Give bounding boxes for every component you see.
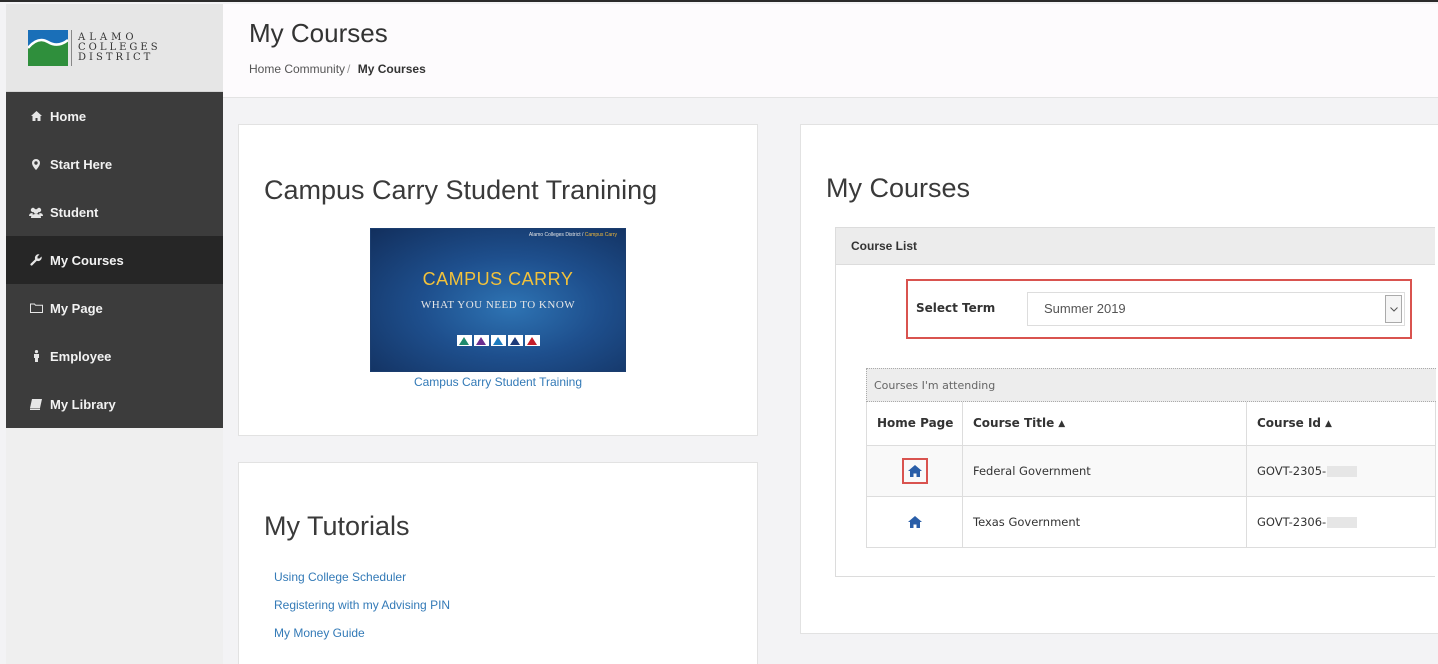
logo-line-3: DISTRICT	[78, 51, 154, 63]
tutorials-list: Using College Scheduler Registering with…	[274, 568, 450, 652]
sidebar-item-label: Start Here	[50, 156, 113, 172]
column-header-course-id[interactable]: Course Id ▲︎	[1246, 402, 1436, 446]
chevron-down-icon[interactable]	[1385, 295, 1402, 323]
sidebar-item-label: My Courses	[50, 252, 124, 268]
sidebar-item-label: Employee	[50, 348, 112, 364]
my-courses-panel: My Courses Course List Select Term Summe…	[800, 124, 1438, 634]
logo-line-1: ALAMO	[78, 31, 138, 43]
column-header-home-page: Home Page	[866, 402, 963, 446]
sidebar-nav: Home Start Here Student My Courses My Pa…	[6, 92, 223, 428]
video-top-label-a: Alamo Colleges District /	[528, 232, 584, 238]
person-icon	[28, 349, 44, 363]
breadcrumb-separator: /	[347, 62, 351, 76]
term-select[interactable]: Summer 2019	[1027, 292, 1405, 326]
sidebar-item-employee[interactable]: Employee	[6, 332, 223, 380]
logo-text: ALAMO COLLEGES DISTRICT	[78, 31, 161, 63]
tutorials-heading: My Tutorials	[264, 511, 410, 541]
book-icon	[28, 397, 44, 411]
sidebar-item-label: Home	[50, 108, 87, 124]
tutorial-link-money-guide[interactable]: My Money Guide	[274, 624, 450, 652]
tutorial-link-advising-pin[interactable]: Registering with my Advising PIN	[274, 596, 450, 624]
sidebar-item-label: My Page	[50, 300, 103, 316]
course-id-text: GOVT-2306-	[1257, 514, 1327, 529]
courses-table-caption: Courses I'm attending	[866, 368, 1436, 402]
logo-divider	[71, 29, 72, 66]
sidebar: ALAMO COLLEGES DISTRICT Home Start Here …	[6, 4, 223, 664]
sidebar-item-my-courses[interactable]: My Courses	[6, 236, 223, 284]
wrench-icon	[28, 253, 44, 267]
campus-carry-training-link[interactable]: Campus Carry Student Training	[239, 375, 757, 389]
course-home-page-button[interactable]	[901, 457, 928, 484]
video-subtitle: WHAT YOU NEED TO KNOW	[420, 299, 576, 311]
tutorial-link-college-scheduler[interactable]: Using College Scheduler	[274, 568, 450, 596]
course-id-text: GOVT-2305-	[1257, 463, 1327, 478]
sidebar-item-home[interactable]: Home	[6, 92, 223, 140]
course-id-cell: GOVT-2306-	[1246, 495, 1436, 548]
tutorials-panel: My Tutorials Using College Scheduler Reg…	[238, 462, 758, 664]
sort-icon: ▲︎	[1325, 419, 1332, 430]
video-top-label: Alamo Colleges District / Campus Carry	[529, 232, 617, 238]
course-list-box: Course List Select Term Summer 2019 Cour…	[835, 227, 1436, 577]
page-header: My Courses Home Community / My Courses	[223, 4, 1438, 98]
campus-carry-video-thumbnail[interactable]: Alamo Colleges District / Campus Carry C…	[370, 228, 626, 372]
breadcrumb-home-community[interactable]: Home Community	[249, 62, 345, 76]
sidebar-item-my-library[interactable]: My Library	[6, 380, 223, 428]
table-header-row: Home Page Course Title ▲︎ Course Id ▲︎	[866, 402, 1436, 446]
column-header-label: Course Id	[1257, 416, 1322, 431]
course-id-cell: GOVT-2305-	[1246, 444, 1436, 497]
course-title-cell: Federal Government	[962, 444, 1247, 497]
home-icon	[907, 464, 922, 477]
sidebar-item-label: My Library	[50, 396, 116, 412]
column-header-label: Home Page	[877, 416, 954, 431]
sort-icon: ▲︎	[1058, 419, 1066, 430]
select-term-label: Select Term	[916, 301, 996, 315]
sidebar-item-student[interactable]: Student	[6, 188, 223, 236]
map-marker-icon	[28, 157, 44, 171]
college-logo[interactable]: ALAMO COLLEGES DISTRICT	[6, 4, 223, 92]
column-header-course-title[interactable]: Course Title ▲︎	[962, 402, 1247, 446]
video-top-label-b: Campus Carry	[584, 232, 617, 238]
home-icon	[28, 109, 44, 123]
course-list-title: Course List	[836, 228, 1435, 265]
logo-mark-icon	[28, 29, 68, 66]
folder-icon	[28, 301, 44, 315]
course-home-page-button[interactable]	[903, 510, 927, 534]
campus-carry-heading: Campus Carry Student Tranining	[264, 175, 658, 205]
video-title: CAMPUS CARRY	[422, 269, 574, 289]
column-header-label: Course Title	[973, 416, 1055, 431]
redacted-section	[1327, 465, 1358, 477]
breadcrumb-current: My Courses	[357, 62, 426, 76]
main-content: My Courses Home Community / My Courses Ca…	[223, 4, 1438, 664]
courses-table: Home Page Course Title ▲︎ Course Id ▲︎ F…	[866, 402, 1436, 548]
users-icon	[28, 205, 44, 219]
home-page-cell	[866, 495, 963, 548]
page-title: My Courses	[249, 18, 388, 48]
sidebar-item-my-page[interactable]: My Page	[6, 284, 223, 332]
sidebar-item-start-here[interactable]: Start Here	[6, 140, 223, 188]
college-houses-icon	[457, 335, 540, 346]
courses-table-wrap: Courses I'm attending Home Page Course T…	[866, 368, 1436, 548]
campus-carry-panel: Campus Carry Student Tranining Alamo Col…	[238, 124, 758, 436]
my-courses-heading: My Courses	[826, 173, 971, 203]
term-select-value: Summer 2019	[1044, 301, 1126, 316]
table-row: Texas Government GOVT-2306-	[866, 495, 1436, 548]
breadcrumb: Home Community / My Courses	[249, 62, 1438, 76]
sidebar-item-label: Student	[50, 204, 99, 220]
course-title-cell: Texas Government	[962, 495, 1247, 548]
redacted-section	[1327, 516, 1358, 528]
term-selector-highlight: Select Term Summer 2019	[906, 279, 1412, 339]
home-page-cell	[866, 444, 963, 497]
logo-line-2: COLLEGES	[78, 41, 161, 53]
table-row: Federal Government GOVT-2305-	[866, 444, 1436, 497]
home-icon	[907, 515, 922, 528]
